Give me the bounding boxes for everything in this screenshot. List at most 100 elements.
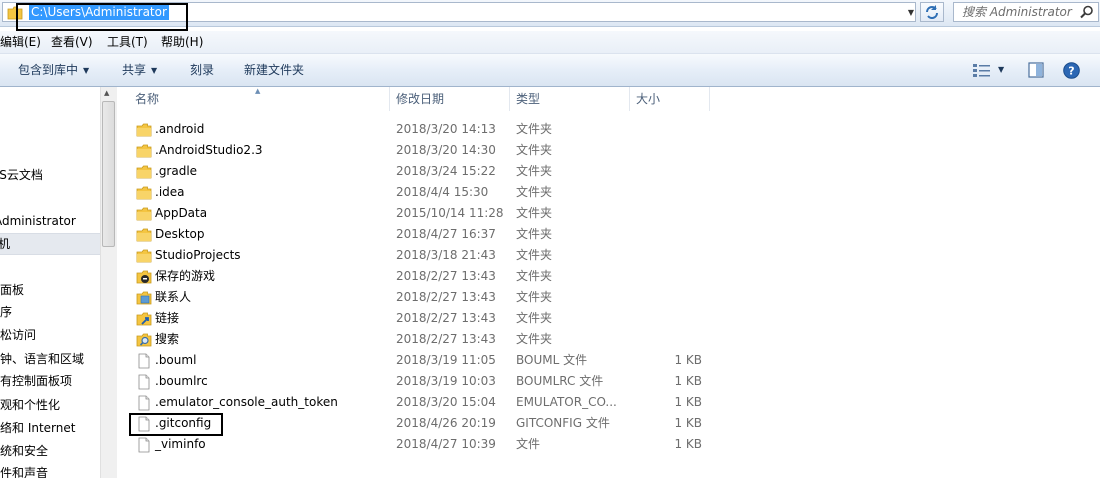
view-options-icon[interactable] xyxy=(972,63,992,77)
navigation-pane: 夹 PS云文档 Administrator 算机 络 制面板 程序 轻松访问 时… xyxy=(0,87,100,478)
file-modified-date: 2018/4/4 15:30 xyxy=(396,185,489,199)
scrollbar-thumb[interactable] xyxy=(102,101,115,247)
view-dropdown-icon[interactable]: ▼ xyxy=(998,62,1004,78)
file-type: 文件夹 xyxy=(516,248,553,262)
column-header-type[interactable]: 类型 xyxy=(516,87,540,111)
address-history-dropdown-icon[interactable]: ▼ xyxy=(905,5,917,21)
folder-icon xyxy=(136,228,152,242)
preview-pane-icon[interactable] xyxy=(1028,62,1044,78)
share-button[interactable]: 共享 ▼ xyxy=(122,62,157,79)
search-icon[interactable] xyxy=(1080,5,1094,19)
file-modified-date: 2018/4/27 16:37 xyxy=(396,227,496,241)
column-header-size[interactable]: 大小 xyxy=(636,87,660,111)
nav-item-hardware-sound[interactable]: 硬件和声音 xyxy=(0,463,48,478)
file-name: .gradle xyxy=(155,164,198,178)
file-modified-date: 2018/4/26 20:19 xyxy=(396,416,496,430)
file-modified-date: 2018/2/27 13:43 xyxy=(396,311,496,325)
table-row[interactable]: .bouml 2018/3/19 11:05 BOUML 文件 1 KB xyxy=(117,350,1100,371)
nav-item-label: 算机 xyxy=(0,237,11,251)
table-row[interactable]: Desktop 2018/4/27 16:37 文件夹 xyxy=(117,224,1100,245)
menu-view[interactable]: 查看(V) xyxy=(51,34,93,50)
table-row[interactable]: 链接 2018/2/27 13:43 文件夹 xyxy=(117,308,1100,329)
menu-edit[interactable]: 编辑(E) xyxy=(0,34,41,50)
file-name: .emulator_console_auth_token xyxy=(155,395,338,409)
address-bar[interactable]: C:\Users\Administrator ▼ xyxy=(2,2,916,22)
folder-icon xyxy=(136,144,152,158)
file-size: 1 KB xyxy=(674,353,702,367)
searches-folder-icon xyxy=(136,333,152,347)
table-row[interactable]: .AndroidStudio2.3 2018/3/20 14:30 文件夹 xyxy=(117,140,1100,161)
column-header-modified[interactable]: 修改日期 xyxy=(396,87,444,111)
address-bar-row: C:\Users\Administrator ▼ 搜索 Administrato… xyxy=(0,0,1100,27)
share-label: 共享 xyxy=(122,63,147,77)
table-row[interactable]: 保存的游戏 2018/2/27 13:43 文件夹 xyxy=(117,266,1100,287)
file-name: _viminfo xyxy=(155,437,206,451)
column-header-name[interactable]: 名称 xyxy=(135,87,159,111)
file-name: .idea xyxy=(155,185,185,199)
file-type: 文件 xyxy=(516,437,541,451)
include-in-library-button[interactable]: 包含到库中 ▼ xyxy=(18,62,89,79)
file-type: 文件夹 xyxy=(516,332,553,346)
file-modified-date: 2018/3/20 14:13 xyxy=(396,122,496,136)
table-row[interactable]: StudioProjects 2018/3/18 21:43 文件夹 xyxy=(117,245,1100,266)
file-modified-date: 2018/3/19 11:05 xyxy=(396,353,496,367)
file-name: StudioProjects xyxy=(155,248,241,262)
file-modified-date: 2015/10/14 11:28 xyxy=(396,206,504,220)
folder-icon xyxy=(136,249,152,263)
table-row[interactable]: 搜索 2018/2/27 13:43 文件夹 xyxy=(117,329,1100,350)
file-name: 保存的游戏 xyxy=(155,269,216,283)
new-folder-button[interactable]: 新建文件夹 xyxy=(244,62,304,78)
nav-item-ease-of-access[interactable]: 轻松访问 xyxy=(0,325,36,345)
nav-item-clock-language-region[interactable]: 时钟、语言和区域 xyxy=(0,349,84,369)
table-row[interactable]: 联系人 2018/2/27 13:43 文件夹 xyxy=(117,287,1100,308)
table-row[interactable]: _viminfo 2018/4/27 10:39 文件 1 KB xyxy=(117,434,1100,455)
menu-bar: 编辑(E) 查看(V) 工具(T) 帮助(H) xyxy=(0,31,1100,54)
include-in-library-label: 包含到库中 xyxy=(18,63,79,77)
file-type: GITCONFIG 文件 xyxy=(516,416,610,430)
file-name: 链接 xyxy=(155,311,180,325)
help-icon[interactable]: ? xyxy=(1063,62,1080,79)
file-modified-date: 2018/3/20 14:30 xyxy=(396,143,496,157)
scroll-up-icon[interactable]: ▲ xyxy=(104,89,109,97)
nav-item-all-control-panel-items[interactable]: 所有控制面板项 xyxy=(0,371,72,391)
table-row[interactable]: .emulator_console_auth_token 2018/3/20 15… xyxy=(117,392,1100,413)
contacts-folder-icon xyxy=(136,291,152,305)
navigation-scrollbar[interactable]: ▲ xyxy=(100,87,117,478)
file-icon xyxy=(138,395,150,411)
menu-help[interactable]: 帮助(H) xyxy=(161,34,203,50)
address-path[interactable]: C:\Users\Administrator xyxy=(29,5,169,20)
table-row[interactable]: .boumlrc 2018/3/19 10:03 BOUMLRC 文件 1 KB xyxy=(117,371,1100,392)
nav-item-administrator[interactable]: Administrator xyxy=(0,211,76,231)
nav-item-control-panel[interactable]: 制面板 xyxy=(0,280,24,300)
table-row[interactable]: .android 2018/3/20 14:13 文件夹 xyxy=(117,119,1100,140)
file-size: 1 KB xyxy=(674,374,702,388)
file-type: 文件夹 xyxy=(516,143,553,157)
file-type: BOUMLRC 文件 xyxy=(516,374,604,388)
nav-item-system-security[interactable]: 系统和安全 xyxy=(0,441,48,461)
nav-item-appearance[interactable]: 外观和个性化 xyxy=(0,395,60,415)
file-icon xyxy=(138,437,150,453)
menu-tools[interactable]: 工具(T) xyxy=(107,34,148,50)
file-name: .bouml xyxy=(155,353,197,367)
nav-item[interactable]: PS云文档 xyxy=(0,165,43,185)
refresh-button[interactable] xyxy=(920,2,944,22)
file-modified-date: 2018/3/20 15:04 xyxy=(396,395,496,409)
nav-item-programs[interactable]: 程序 xyxy=(0,302,12,322)
file-type: 文件夹 xyxy=(516,206,553,220)
file-icon xyxy=(138,374,150,390)
table-row[interactable]: .gitconfig 2018/4/26 20:19 GITCONFIG 文件 1 K… xyxy=(117,413,1100,434)
file-type: 文件夹 xyxy=(516,122,553,136)
search-input[interactable]: 搜索 Administrator xyxy=(953,2,1099,22)
nav-item-computer[interactable]: 算机 xyxy=(0,233,100,255)
table-row[interactable]: .idea 2018/4/4 15:30 文件夹 xyxy=(117,182,1100,203)
sort-ascending-icon: ▲ xyxy=(255,87,261,95)
burn-button[interactable]: 刻录 xyxy=(190,62,214,78)
file-modified-date: 2018/3/18 21:43 xyxy=(396,248,496,262)
file-modified-date: 2018/2/27 13:43 xyxy=(396,332,496,346)
file-modified-date: 2018/4/27 10:39 xyxy=(396,437,496,451)
svg-text:?: ? xyxy=(1068,65,1074,78)
table-row[interactable]: .gradle 2018/3/24 15:22 文件夹 xyxy=(117,161,1100,182)
nav-item-network-internet[interactable]: 网络和 Internet xyxy=(0,418,75,438)
table-row[interactable]: AppData 2015/10/14 11:28 文件夹 xyxy=(117,203,1100,224)
folder-icon xyxy=(136,207,152,221)
